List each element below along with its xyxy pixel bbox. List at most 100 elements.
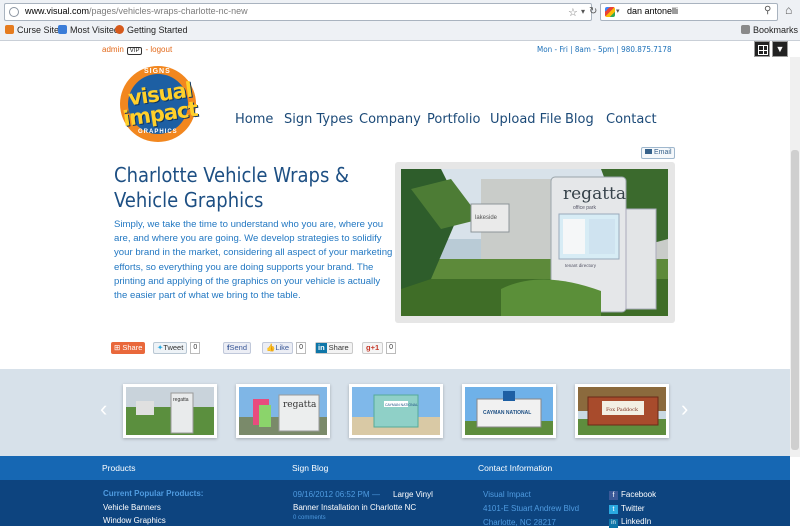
chevron-down-icon[interactable]: ▾ [581, 7, 585, 16]
bookmark-curse-sites[interactable]: Curse Sites [5, 25, 64, 35]
thumb-text: regatta [173, 397, 189, 403]
footer-header: Products Sign Blog Contact Information [0, 456, 790, 480]
firefox-icon [115, 25, 124, 34]
google-plus-button[interactable]: g+1 0 [362, 342, 397, 354]
blog-title-line1[interactable]: Large Vinyl [393, 490, 433, 499]
logo-bottom-text: GRAPHICS [138, 129, 178, 135]
send-label: Send [229, 343, 248, 352]
sign-tenants: tenant directory [565, 263, 597, 268]
gplus-label: +1 [370, 343, 380, 352]
bookmark-most-visited[interactable]: Most Visited [58, 25, 119, 35]
envelope-icon [645, 149, 652, 154]
carousel-next-button[interactable]: › [681, 396, 688, 422]
thumbs-up-icon: 👍 [266, 343, 276, 352]
sign-brand: regatta [563, 184, 626, 204]
url-path: /pages/vehicles-wraps-charlotte-nc-new [89, 6, 248, 16]
linkedin-share-label: Share [328, 343, 349, 352]
twitter-link[interactable]: t Twitter [609, 504, 645, 514]
carousel-prev-button[interactable]: ‹ [100, 396, 107, 422]
facebook-label: Facebook [621, 490, 657, 499]
home-icon[interactable]: ⌂ [785, 3, 792, 17]
globe-icon [9, 7, 19, 17]
facebook-send-button[interactable]: fSend [223, 342, 252, 354]
folder-icon [5, 25, 14, 34]
linkedin-icon: in [609, 519, 618, 528]
search-bar[interactable]: ▾ dan antonelli ⚲ [600, 3, 778, 21]
linkedin-link[interactable]: in LinkedIn [609, 517, 651, 528]
grid-icon[interactable] [754, 41, 770, 57]
carousel-thumb[interactable]: CAYMAN NATIONAL [349, 384, 443, 438]
nav-sign-types[interactable]: Sign Types [284, 112, 353, 127]
bookmarks-menu-label: Bookmarks [752, 25, 798, 35]
browser-toolbar: www.visual.com/pages/vehicles-wraps-char… [0, 0, 800, 41]
admin-link[interactable]: admin [102, 45, 124, 54]
carousel-thumb[interactable]: regatta [123, 384, 217, 438]
carousel-thumb[interactable]: Fox Paddock [575, 384, 669, 438]
contact-address: 4101-E Stuart Andrew Blvd [483, 504, 580, 513]
blog-dash: — [372, 490, 380, 499]
thumb-text: CAYMAN NATIONAL [483, 410, 531, 416]
thumb-text: regatta [283, 400, 317, 410]
thumb-text: Fox Paddock [606, 407, 639, 413]
search-icon[interactable]: ⚲ [764, 5, 771, 16]
page-title: Charlotte Vehicle Wraps & Vehicle Graphi… [114, 163, 350, 212]
tweet-button[interactable]: ✦Tweet 0 [153, 342, 201, 354]
footer-contact-heading: Contact Information [478, 463, 553, 473]
thumb-text: CAYMAN NATIONAL [385, 403, 418, 407]
facebook-link[interactable]: f Facebook [609, 490, 656, 500]
chevron-down-icon[interactable]: ▾ [616, 7, 620, 15]
url-text: www.visual.com/pages/vehicles-wraps-char… [25, 6, 248, 16]
bookmarks-menu[interactable]: Bookmarks [740, 25, 798, 35]
intro-paragraph: Simply, we take the time to understand w… [114, 219, 393, 302]
scrollbar-thumb[interactable] [791, 150, 799, 450]
footer-blog-heading: Sign Blog [292, 463, 329, 473]
bookmark-icon [58, 25, 67, 34]
business-hours: Mon - Fri | 8am - 5pm | 980.875.7178 [537, 45, 672, 54]
share-button[interactable]: ⊞ Share [111, 342, 145, 354]
nav-blog[interactable]: Blog [565, 112, 594, 127]
nav-company[interactable]: Company [359, 112, 421, 127]
blog-comments[interactable]: 0 comments [293, 515, 326, 521]
vip-badge: VIP [126, 47, 143, 55]
triangle-down-icon[interactable]: ▼ [772, 41, 788, 57]
star-icon[interactable]: ☆ [568, 6, 578, 19]
share-label: Share [122, 343, 143, 352]
separator: - [145, 45, 149, 54]
logout-link[interactable]: logout [150, 45, 172, 54]
sign-sub: office park [573, 205, 596, 211]
email-label: Email [654, 149, 672, 156]
url-bar[interactable]: www.visual.com/pages/vehicles-wraps-char… [4, 3, 597, 21]
facebook-like-button[interactable]: 👍Like 0 [262, 342, 307, 354]
nav-contact[interactable]: Contact [606, 112, 657, 127]
product-link[interactable]: Vehicle Banners [103, 503, 161, 512]
linkedin-share-button[interactable]: in Share [315, 342, 353, 354]
footer: Current Popular Products: Vehicle Banner… [0, 480, 790, 528]
bookmarks-toolbar: Curse Sites Most Visited Getting Started… [0, 23, 800, 40]
bookmark-label: Most Visited [70, 25, 119, 35]
hero-photo[interactable]: lakeside regatta office park tenant dire… [401, 169, 668, 316]
carousel-thumb[interactable]: CAYMAN NATIONAL [462, 384, 556, 438]
carousel-thumb[interactable]: regatta [236, 384, 330, 438]
twitter-icon: t [609, 505, 618, 514]
like-count: 0 [296, 342, 307, 354]
blog-title-line2[interactable]: Banner Installation in Charlotte NC [293, 503, 416, 512]
logo[interactable]: SIGNS visual impact GRAPHICS [112, 64, 208, 142]
gplus-count: 0 [386, 342, 397, 354]
nav-home[interactable]: Home [235, 112, 273, 127]
product-link[interactable]: Window Graphics [103, 516, 166, 525]
url-domain: www.visual.com [25, 6, 90, 16]
nav-upload-file[interactable]: Upload File [490, 112, 561, 127]
reload-icon[interactable]: ↻ [589, 6, 597, 17]
bookmark-label: Getting Started [127, 25, 188, 35]
bookmarks-icon [740, 25, 750, 34]
tweet-label: Tweet [163, 343, 184, 352]
nav-portfolio[interactable]: Portfolio [427, 112, 480, 127]
bookmark-getting-started[interactable]: Getting Started [115, 25, 188, 35]
search-input[interactable]: dan antonelli [627, 6, 678, 16]
hero-image-frame: lakeside regatta office park tenant dire… [395, 162, 675, 323]
tweet-count: 0 [190, 342, 201, 354]
linkedin-icon: in [316, 343, 327, 353]
email-button[interactable]: Email [641, 147, 675, 159]
portfolio-carousel: ‹ › regatta regatta CAYMAN NATIONAL CAYM… [0, 369, 790, 456]
footer-products-heading: Products [102, 463, 136, 473]
